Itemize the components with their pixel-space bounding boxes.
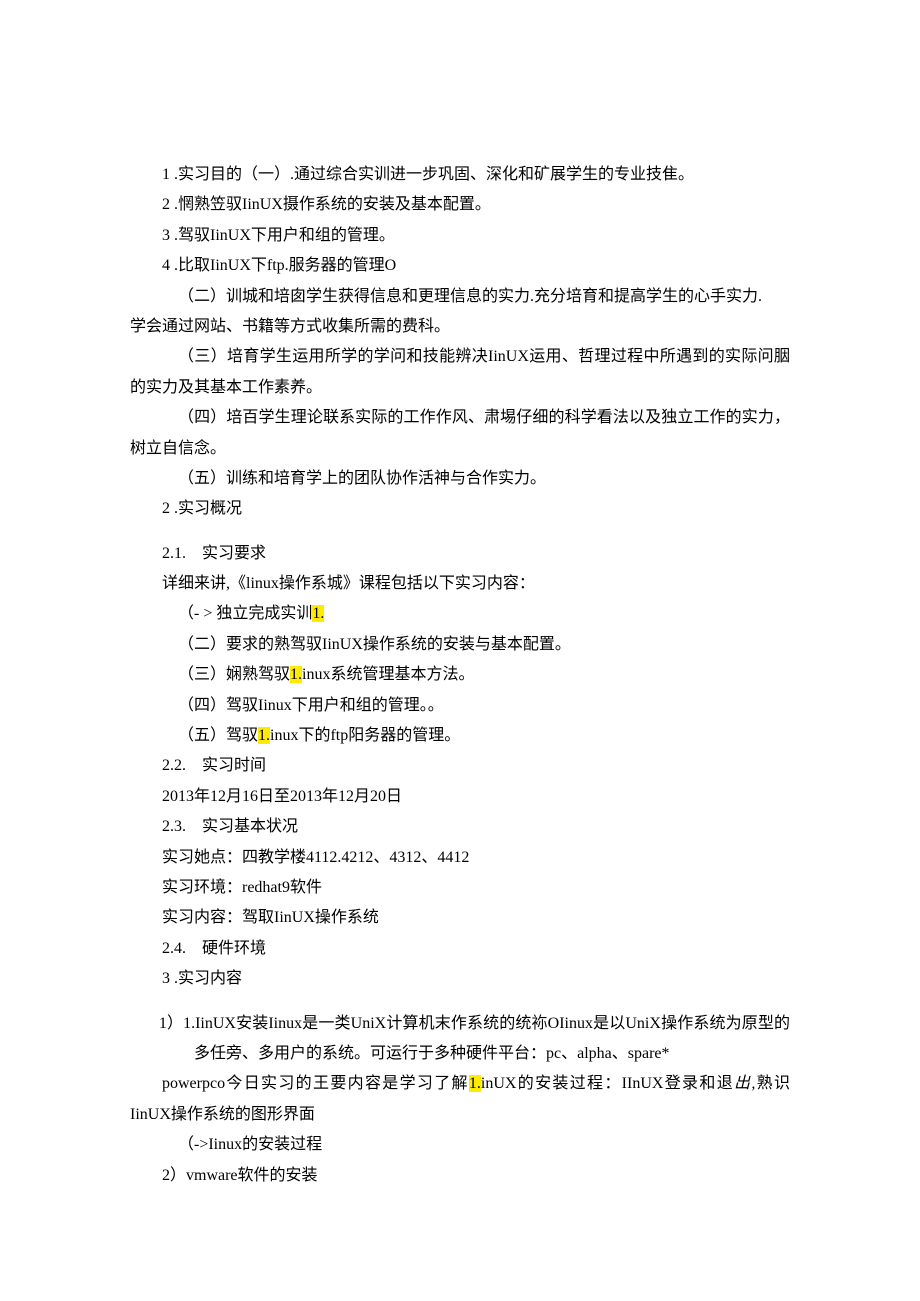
line-overview: 2 .实习概况 [130,494,790,524]
line-req-2: （二）要求的熟驾驭IinUX操作系统的安装与基本配置。 [130,630,790,660]
highlight: 1. [469,1075,481,1092]
line-23-content: 实习内容：驾取IinUX操作系统 [130,903,790,933]
text-segment: powerpco今日实习的王要内容是学习了解 [162,1075,469,1092]
line-23-env: 实习环境：redhat9软件 [130,873,790,903]
highlight: 1. [312,605,324,622]
line-vmware: 2）vmware软件的安装 [130,1161,790,1191]
text-segment: （- > 独立完成实训 [178,605,312,622]
highlight: 1. [290,666,302,683]
text-segment: （三）娴熟驾驭 [178,666,290,683]
line-3-heading: 3 .实习内容 [130,964,790,994]
line-req-1: （- > 独立完成实训1. [130,599,790,629]
line-23-location: 实习她点：四教学楼4112.4212、4312、4412 [130,843,790,873]
text-segment: （五）驾驭 [178,727,258,744]
line-purpose-sub3: （三）培育学生运用所学的学问和技能辨决IinUX运用、哲理过程中所遇到的实际问胭… [130,342,790,403]
line-purpose-4: 4 .比取IinUX下ftp.服务器的管理O [130,251,790,281]
line-req-4: （四）驾驭Iinux下用户和组的管理。。 [130,691,790,721]
line-purpose-sub2: （二）训城和培囱学生获得信息和更理信息的实力.充分培育和提高学生的心手实力. [130,282,790,312]
line-req-5: （五）驾驭1.inux下的ftp阳务器的管理。 [130,721,790,751]
line-21-intro: 详细来讲,《linux操作系城》课程包括以下实习内容： [130,569,790,599]
line-purpose-1: 1 .实习目的（一）.通过综合实训进一步巩固、深化和矿展学生的专业技隹。 [130,160,790,190]
line-purpose-3: 3 .驾驭IinUX下用户和组的管理。 [130,221,790,251]
line-purpose-2: 2 .惘熟笠驭IinUX摄作系统的安装及基本配置。 [130,190,790,220]
text-segment: inux下的ftp阳务器的管理。 [270,727,460,744]
line-install-process: （->Iinux的安装过程 [130,1130,790,1160]
highlight: 1. [258,727,270,744]
line-purpose-sub5: （五）训练和培育学上的团队协作活神与合作实力。 [130,464,790,494]
line-req-3: （三）娴熟驾驭1.inux系统管理基本方法。 [130,660,790,690]
text-segment: inux系统管理基本方法。 [302,666,474,683]
text-segment: inUX的安装过程：IInUX登录和退 [481,1075,734,1092]
line-22-heading: 2.2. 实习时间 [130,751,790,781]
line-23-heading: 2.3. 实习基本状况 [130,812,790,842]
line-21-heading: 2.1. 实习要求 [130,539,790,569]
line-content-powerpc: powerpco今日实习的王要内容是学习了解1.inUX的安装过程：IInUX登… [130,1069,790,1130]
document-page: 1 .实习目的（一）.通过综合实训进一步巩固、深化和矿展学生的专业技隹。 2 .… [0,0,920,1301]
italic-text: 出, [734,1075,755,1092]
line-content-1: 1）1.IinUX安装Iinux是一类UniX计算机末作系统的统袮OIinux是… [130,1009,790,1070]
spacer [130,995,790,1009]
line-24-heading: 2.4. 硬件环境 [130,934,790,964]
spacer [130,525,790,539]
line-purpose-sub4: （四）培百学生理论联系实际的工作作风、肃埸仔细的科学看法以及独立工作的实力，树立… [130,403,790,464]
line-22-date: 2013年12月16日至2013年12月20日 [130,782,790,812]
line-purpose-sub2b: 学会通过网站、书籍等方式收集所需的费科。 [130,312,790,342]
